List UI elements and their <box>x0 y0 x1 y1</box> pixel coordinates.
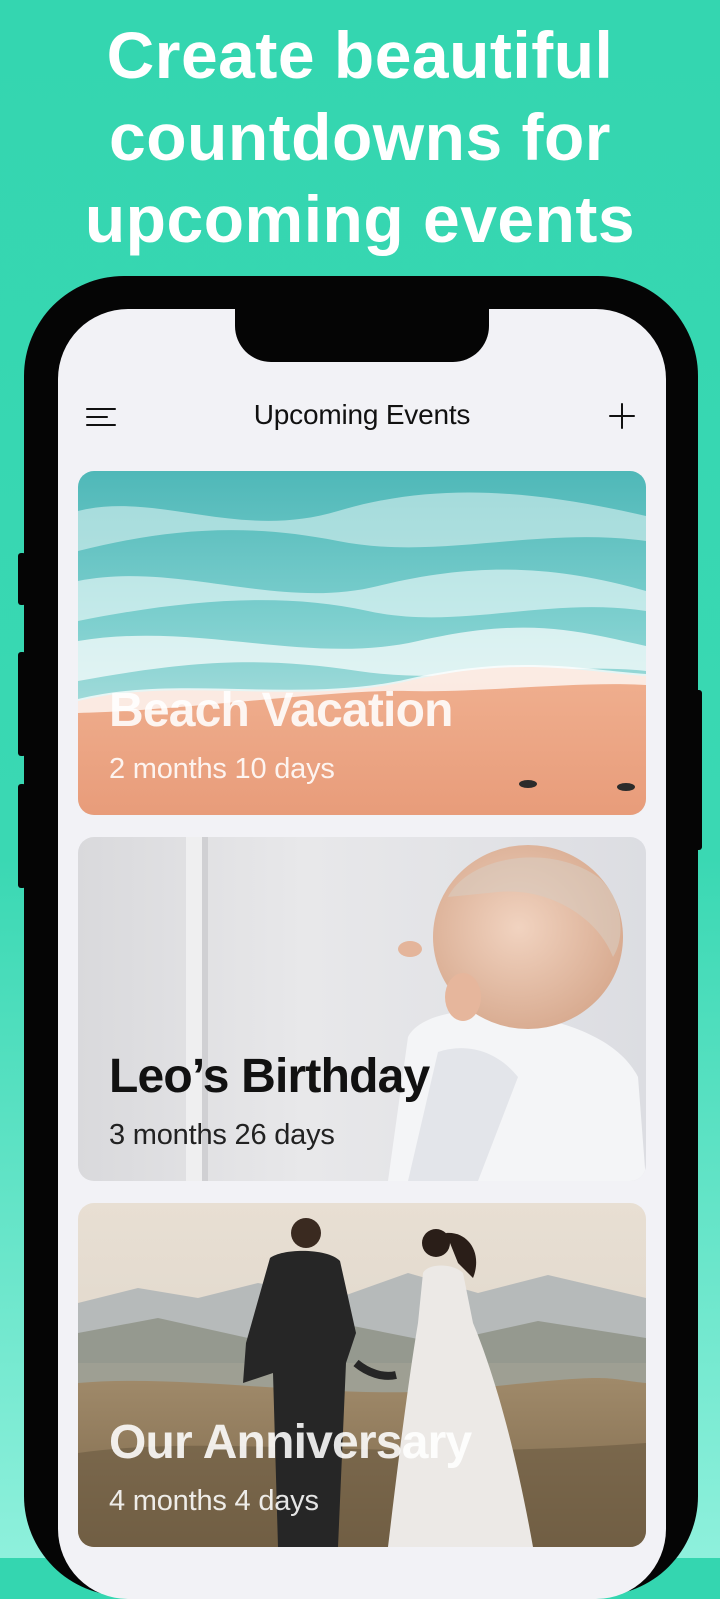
app-screen: Upcoming Events Beach Vacation 2 months … <box>58 309 666 1599</box>
event-title: Leo’s Birthday <box>109 1050 430 1103</box>
headline-line-3: upcoming events <box>84 182 636 256</box>
event-card-leos-birthday[interactable]: Leo’s Birthday 3 months 26 days <box>78 837 646 1181</box>
event-countdown: 4 months 4 days <box>109 1485 319 1517</box>
add-event-plus-icon[interactable] <box>606 400 638 432</box>
event-countdown: 3 months 26 days <box>109 1119 335 1151</box>
event-card-our-anniversary[interactable]: Our Anniversary 4 months 4 days <box>78 1203 646 1547</box>
event-title: Our Anniversary <box>109 1416 472 1469</box>
headline-line-1: Create beautiful <box>106 18 614 92</box>
page-title: Upcoming Events <box>253 399 471 430</box>
event-title: Beach Vacation <box>109 684 453 737</box>
event-card-beach-vacation[interactable]: Beach Vacation 2 months 10 days <box>78 471 646 815</box>
event-countdown: 2 months 10 days <box>109 753 335 785</box>
phone-notch <box>235 300 489 362</box>
headline-line-2: countdowns for <box>109 100 611 174</box>
promo-headline: Create beautiful countdowns for upcoming… <box>0 14 720 260</box>
navigation-bar: Upcoming Events <box>58 389 666 443</box>
